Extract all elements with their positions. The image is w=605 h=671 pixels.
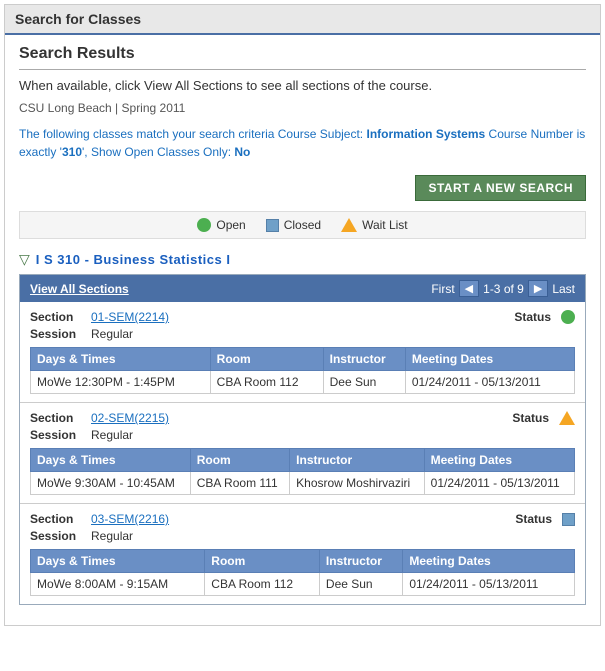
legend-waitlist-label: Wait List [362,218,408,232]
days-times-3: MoWe 8:00AM - 9:15AM [31,573,205,596]
section-label-3: Section [30,512,85,526]
col-meeting-dates-2: Meeting Dates [424,449,574,472]
session-row-3: Session Regular [30,529,575,543]
col-meeting-dates-3: Meeting Dates [403,550,575,573]
col-room-3: Room [205,550,320,573]
days-times-1: MoWe 12:30PM - 1:45PM [31,371,211,394]
description-text: When available, click View All Sections … [19,78,586,93]
col-days-times-2: Days & Times [31,449,191,472]
next-page-button[interactable]: ▶ [528,280,548,297]
page-container: Search for Classes Search Results When a… [4,4,601,626]
session-label-3: Session [30,529,85,543]
view-all-link[interactable]: View All Sections [30,282,129,296]
room-3: CBA Room 112 [205,573,320,596]
col-days-times-3: Days & Times [31,550,205,573]
col-room-2: Room [190,449,289,472]
meeting-dates-3: 01/24/2011 - 05/13/2011 [403,573,575,596]
session-label-1: Session [30,327,85,341]
status-closed-indicator-3 [562,513,575,526]
main-content: Search Results When available, click Vie… [5,35,600,625]
table-header-bar: View All Sections First ◀ 1-3 of 9 ▶ Las… [20,275,585,302]
col-instructor-3: Instructor [319,550,402,573]
status-open-indicator-1 [561,310,575,324]
session-row-1: Session Regular [30,327,575,341]
session-value-3: Regular [91,529,133,543]
section-row-1: Section 01-SEM(2214) Status [30,310,575,324]
session-value-1: Regular [91,327,133,341]
col-meeting-dates-1: Meeting Dates [405,348,574,371]
legend-open-label: Open [216,218,245,232]
section-table-1: Days & Times Room Instructor Meeting Dat… [30,347,575,394]
instructor-2: Khosrow Moshirvaziri [290,472,424,495]
status-label-1: Status [514,310,551,324]
course-title: I S 310 - Business Statistics I [36,252,231,267]
course-header: ▽ I S 310 - Business Statistics I [19,251,586,268]
section-block-3: Section 03-SEM(2216) Status Session Regu… [20,504,585,604]
legend-open: Open [197,218,245,232]
section-link-2[interactable]: 02-SEM(2215) [91,411,169,425]
section-heading: Search Results [19,45,586,63]
days-times-2: MoWe 9:30AM - 10:45AM [31,472,191,495]
pagination: First ◀ 1-3 of 9 ▶ Last [431,280,575,297]
results-table-wrapper: View All Sections First ◀ 1-3 of 9 ▶ Las… [19,274,586,605]
session-row-2: Session Regular [30,428,575,442]
section-label-2: Section [30,411,85,425]
section-link-1[interactable]: 01-SEM(2214) [91,310,169,324]
legend-waitlist: Wait List [341,218,408,232]
section-link-3[interactable]: 03-SEM(2216) [91,512,169,526]
room-2: CBA Room 111 [190,472,289,495]
pagination-range: 1-3 of 9 [483,282,524,296]
open-icon [197,218,211,232]
section-label-1: Section [30,310,85,324]
institution-text: CSU Long Beach | Spring 2011 [19,101,586,115]
section-block-1: Section 01-SEM(2214) Status Session Regu… [20,302,585,403]
new-search-btn-row: START A NEW SEARCH [19,175,586,201]
pagination-first-label: First [431,282,454,296]
criteria-number: 310 [62,145,82,159]
criteria-subject: Information Systems [367,127,486,141]
open-status-icon-1 [561,310,575,324]
status-label-2: Status [512,411,549,425]
col-instructor-1: Instructor [323,348,405,371]
closed-icon [266,219,279,232]
meeting-dates-2: 01/24/2011 - 05/13/2011 [424,472,574,495]
page-title: Search for Classes [5,5,600,35]
course-expand-icon[interactable]: ▽ [19,251,30,268]
status-wait-indicator-2 [559,411,575,425]
page-title-text: Search for Classes [15,11,141,27]
col-instructor-2: Instructor [290,449,424,472]
session-value-2: Regular [91,428,133,442]
instructor-1: Dee Sun [323,371,405,394]
session-label-2: Session [30,428,85,442]
legend-closed: Closed [266,218,321,232]
criteria-open-only: No [234,145,250,159]
criteria-text: The following classes match your search … [19,125,586,161]
col-room-1: Room [210,348,323,371]
room-1: CBA Room 112 [210,371,323,394]
section-table-3: Days & Times Room Instructor Meeting Dat… [30,549,575,596]
status-label-3: Status [515,512,552,526]
section-table-2: Days & Times Room Instructor Meeting Dat… [30,448,575,495]
criteria-suffix: ', Show Open Classes Only: [82,145,231,159]
table-row-3: MoWe 8:00AM - 9:15AM CBA Room 112 Dee Su… [31,573,575,596]
waitlist-status-icon-2 [559,411,575,425]
criteria-prefix: The following classes match your search … [19,127,363,141]
pagination-last-label: Last [552,282,575,296]
section-row-3: Section 03-SEM(2216) Status [30,512,575,526]
table-row-1: MoWe 12:30PM - 1:45PM CBA Room 112 Dee S… [31,371,575,394]
table-row-2: MoWe 9:30AM - 10:45AM CBA Room 111 Khosr… [31,472,575,495]
closed-status-icon-3 [562,513,575,526]
meeting-dates-1: 01/24/2011 - 05/13/2011 [405,371,574,394]
legend-closed-label: Closed [284,218,321,232]
new-search-button[interactable]: START A NEW SEARCH [415,175,586,201]
divider [19,69,586,70]
legend-row: Open Closed Wait List [19,211,586,239]
prev-page-button[interactable]: ◀ [459,280,479,297]
col-days-times-1: Days & Times [31,348,211,371]
section-block-2: Section 02-SEM(2215) Status Session Regu… [20,403,585,504]
waitlist-icon [341,218,357,232]
instructor-3: Dee Sun [319,573,402,596]
section-row-2: Section 02-SEM(2215) Status [30,411,575,425]
